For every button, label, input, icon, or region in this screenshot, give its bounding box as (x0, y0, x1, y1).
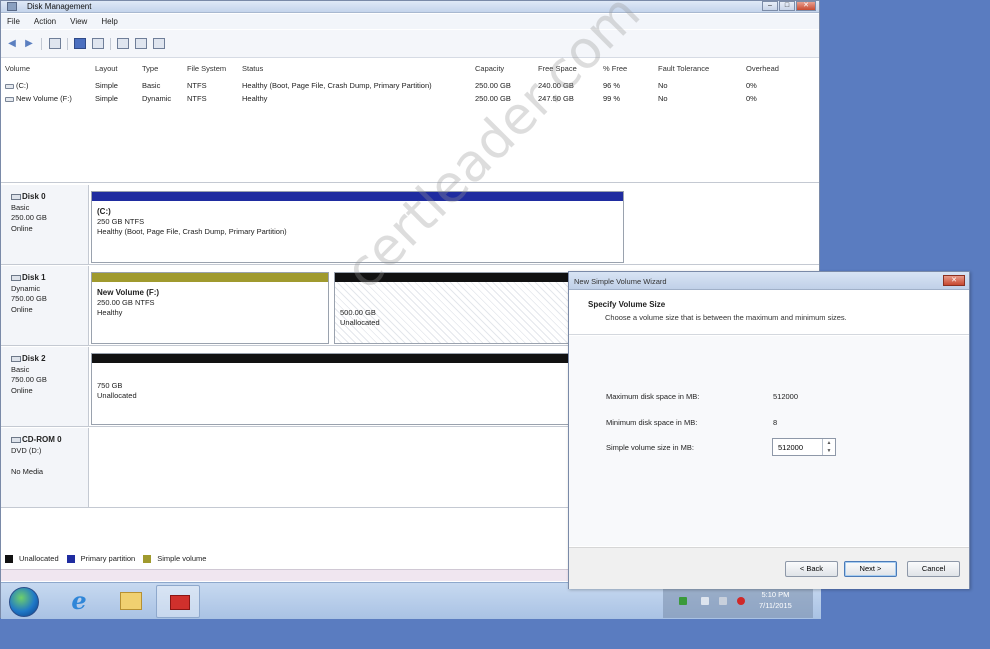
partition-f[interactable]: New Volume (F:) 250.00 GB NTFS Healthy (91, 272, 329, 344)
flag-icon[interactable] (701, 597, 709, 605)
legend-swatch-simple (143, 554, 152, 563)
cancel-button[interactable]: Cancel (907, 561, 960, 577)
spin-down-icon[interactable]: ▼ (823, 447, 835, 455)
col-type[interactable]: Type (142, 64, 158, 73)
menu-view[interactable]: View (70, 17, 87, 26)
min-space-value: 8 (773, 418, 778, 427)
toolbar: ◀ ▶ (1, 30, 819, 58)
col-status[interactable]: Status (242, 64, 263, 73)
internet-explorer-icon[interactable]: e (57, 585, 101, 618)
disk-icon (11, 193, 21, 200)
volume-size-input[interactable] (773, 439, 823, 455)
close-button[interactable]: ✕ (796, 1, 816, 11)
new-simple-volume-wizard: New Simple Volume Wizard ✕ Specify Volum… (568, 271, 970, 589)
menu-action[interactable]: Action (34, 17, 56, 26)
col-capacity[interactable]: Capacity (475, 64, 504, 73)
maximize-button[interactable]: □ (779, 1, 795, 11)
minimize-button[interactable]: – (762, 1, 778, 11)
disk-management-icon (7, 2, 17, 11)
max-space-value: 512000 (773, 392, 799, 401)
disk-management-taskbar-icon[interactable] (156, 585, 200, 618)
legend-simple: Simple volume (157, 554, 207, 563)
col-file-system[interactable]: File System (187, 64, 226, 73)
properties-icon[interactable] (74, 38, 86, 49)
console-tree-icon[interactable] (49, 38, 61, 49)
volume-size-label: Simple volume size in MB: (606, 443, 694, 452)
wizard-title: New Simple Volume Wizard (574, 277, 667, 286)
disk-1-label[interactable]: Disk 1 Dynamic 750.00 GB Online (1, 266, 89, 345)
wizard-body: Maximum disk space in MB: 512000 Minimum… (569, 336, 969, 546)
partition-color-bar (92, 273, 328, 282)
list-view-icon[interactable] (92, 38, 104, 49)
wizard-close-button[interactable]: ✕ (943, 275, 965, 286)
dvd-drive-icon (11, 436, 21, 443)
legend: Unallocated Primary partition Simple vol… (5, 554, 206, 563)
legend-swatch-unallocated (5, 554, 13, 563)
disk-0-row: Disk 0 Basic 250.00 GB Online (C:) 250 GB N… (1, 185, 819, 265)
disk-settings-icon[interactable] (135, 38, 147, 49)
wizard-subheading: Choose a volume size that is between the… (605, 313, 847, 322)
table-row[interactable]: New Volume (F:) (5, 94, 72, 103)
help-icon[interactable] (117, 38, 129, 49)
col-volume[interactable]: Volume (5, 64, 30, 73)
start-button[interactable] (9, 587, 39, 617)
partition-c[interactable]: (C:) 250 GB NTFS Healthy (Boot, Page File,… (91, 191, 624, 263)
col-fault-tolerance[interactable]: Fault Tolerance (658, 64, 709, 73)
col-overhead[interactable]: Overhead (746, 64, 779, 73)
disk-2-label[interactable]: Disk 2 Basic 750.00 GB Online (1, 347, 89, 426)
spin-up-icon[interactable]: ▲ (823, 439, 835, 447)
file-explorer-icon[interactable] (109, 585, 153, 618)
col-percent-free[interactable]: % Free (603, 64, 627, 73)
legend-swatch-primary (66, 554, 75, 563)
table-row[interactable]: (C:) (5, 81, 29, 90)
legend-unallocated: Unallocated (19, 554, 59, 563)
partition-color-bar (92, 192, 623, 201)
wizard-title-bar: New Simple Volume Wizard ✕ (569, 272, 969, 290)
max-space-label: Maximum disk space in MB: (606, 392, 700, 401)
menu-help[interactable]: Help (101, 17, 117, 26)
col-free-space[interactable]: Free Space (538, 64, 577, 73)
title-bar: Disk Management – □ ✕ (1, 1, 819, 13)
clock[interactable]: 5:10 PM 7/11/2015 (759, 589, 792, 611)
wizard-footer: < Back Next > Cancel (569, 547, 969, 589)
next-button[interactable]: Next > (844, 561, 897, 577)
volume-icon (5, 83, 14, 89)
window-controls: – □ ✕ (762, 1, 816, 11)
disk-icon (11, 274, 21, 281)
window-title: Disk Management (27, 2, 92, 11)
back-button[interactable]: < Back (785, 561, 838, 577)
disk-icon (11, 355, 21, 362)
volume-size-stepper: ▲ ▼ (772, 438, 836, 456)
wizard-header: Specify Volume Size Choose a volume size… (569, 291, 969, 335)
network-icon[interactable] (679, 597, 687, 605)
volume-list: Volume Layout Type File System Status Ca… (1, 59, 819, 183)
disk-0-label[interactable]: Disk 0 Basic 250.00 GB Online (1, 185, 89, 264)
back-arrow-icon[interactable]: ◀ (6, 38, 18, 49)
alert-icon[interactable] (737, 597, 745, 605)
cdrom-0-label[interactable]: CD-ROM 0 DVD (D:) No Media (1, 428, 89, 507)
menu-file[interactable]: File (7, 17, 20, 26)
refresh-disks-icon[interactable] (153, 38, 165, 49)
wizard-heading: Specify Volume Size (588, 300, 666, 309)
forward-arrow-icon[interactable]: ▶ (23, 38, 35, 49)
volume-icon[interactable] (719, 597, 727, 605)
min-space-label: Minimum disk space in MB: (606, 418, 698, 427)
menu-bar: File Action View Help (1, 14, 819, 29)
volume-icon (5, 96, 14, 102)
legend-primary: Primary partition (80, 554, 136, 563)
col-layout[interactable]: Layout (95, 64, 118, 73)
system-tray: 5:10 PM 7/11/2015 (663, 585, 813, 618)
